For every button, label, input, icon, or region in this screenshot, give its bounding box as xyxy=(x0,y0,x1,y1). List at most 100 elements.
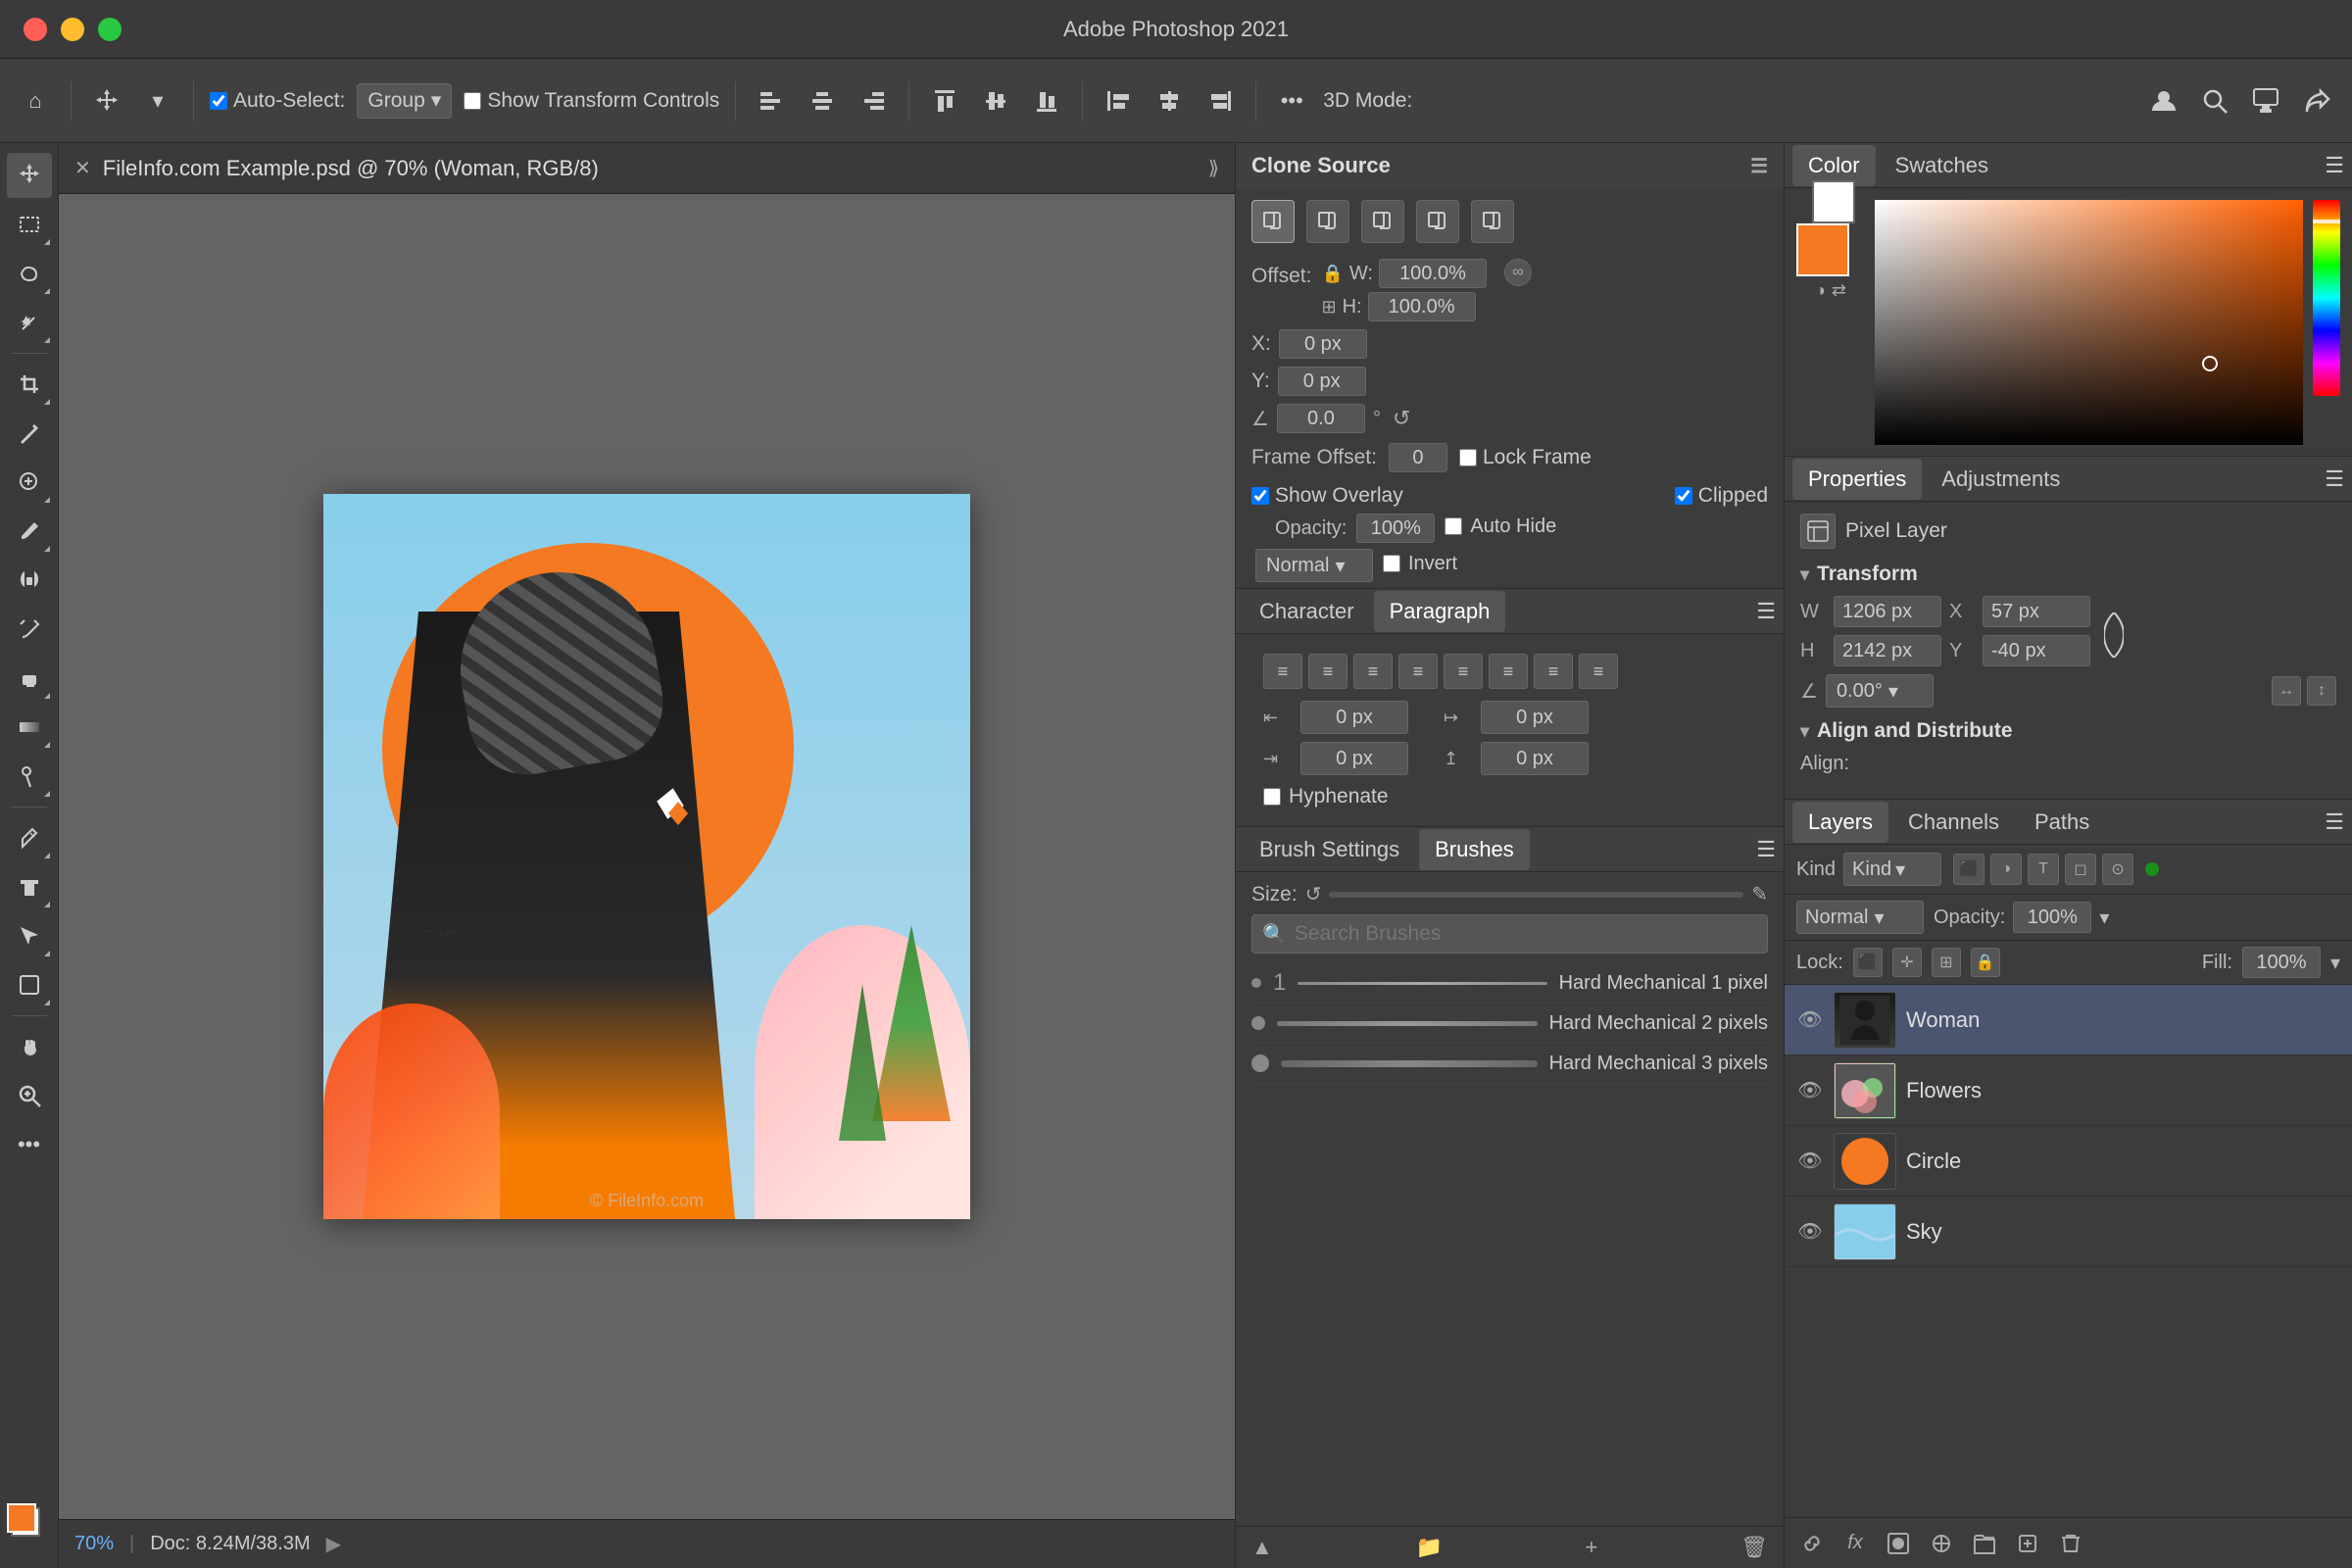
align-center-icon[interactable] xyxy=(803,81,842,121)
gradient-tool[interactable] xyxy=(7,705,52,750)
fx-icon[interactable]: fx xyxy=(1839,1528,1871,1559)
status-arrow[interactable]: ▶ xyxy=(326,1532,341,1556)
brush-edit-icon[interactable]: ✎ xyxy=(1751,882,1768,906)
tab-layers[interactable]: Layers xyxy=(1792,802,1888,843)
h-input[interactable] xyxy=(1368,292,1476,321)
h-value-input[interactable] xyxy=(1834,635,1941,666)
layer-item-circle[interactable]: 👁 Circle xyxy=(1785,1126,2352,1197)
blend-mode-select[interactable]: Normal ▾ xyxy=(1796,901,1924,934)
flip-v-icon[interactable]: ↕ xyxy=(2307,676,2336,706)
justify-center-btn[interactable]: ≡ xyxy=(1444,654,1483,689)
workspace-icon[interactable] xyxy=(2246,81,2285,121)
color-chips[interactable] xyxy=(7,1503,52,1548)
clone-stamp-tool[interactable] xyxy=(7,558,52,603)
w-input[interactable] xyxy=(1379,259,1487,288)
filter-smart-icon[interactable]: ⊙ xyxy=(2102,854,2133,885)
clone-source-5[interactable] xyxy=(1471,200,1514,243)
x-input[interactable] xyxy=(1279,329,1367,359)
brush-search-row[interactable]: 🔍 Search Brushes xyxy=(1251,914,1768,954)
angle-input[interactable] xyxy=(1277,404,1365,433)
align-right-text-btn[interactable]: ≡ xyxy=(1353,654,1393,689)
hyphenate-checkbox[interactable] xyxy=(1263,788,1281,806)
distribute-center-v-icon[interactable] xyxy=(976,81,1015,121)
space-after-input[interactable] xyxy=(1481,742,1589,775)
hand-tool[interactable] xyxy=(7,1024,52,1069)
distribute-right-icon[interactable] xyxy=(1200,81,1240,121)
transform-header[interactable]: ▾ Transform xyxy=(1800,563,2336,586)
move-tool[interactable] xyxy=(7,153,52,198)
add-mask-icon[interactable] xyxy=(1883,1528,1914,1559)
brush-reset-icon[interactable]: ↺ xyxy=(1305,882,1322,906)
eraser-tool[interactable] xyxy=(7,656,52,701)
lock-artboard-icon[interactable]: ⊞ xyxy=(1932,948,1961,977)
distribute-center-h-icon[interactable] xyxy=(1150,81,1189,121)
hue-slider[interactable] xyxy=(2313,200,2340,396)
move-dropdown[interactable]: ▾ xyxy=(138,81,177,121)
auto-select-checkbox[interactable]: Auto-Select: xyxy=(210,89,345,113)
brushes-menu[interactable]: ☰ xyxy=(1756,837,1776,862)
lock-pixels-icon[interactable]: ⬛ xyxy=(1853,948,1883,977)
clone-source-3[interactable] xyxy=(1361,200,1404,243)
opacity-value-input[interactable] xyxy=(2013,902,2091,933)
fill-value-input[interactable] xyxy=(2242,947,2321,978)
canvas-panel-collapse[interactable]: ⟫ xyxy=(1208,156,1219,180)
extra-tools[interactable]: ••• xyxy=(7,1122,52,1167)
layer-visibility-sky[interactable]: 👁 xyxy=(1796,1218,1824,1246)
color-picker-gradient[interactable] xyxy=(1875,200,2303,445)
layer-item-flowers[interactable]: 👁 Flowers xyxy=(1785,1055,2352,1126)
new-group-icon[interactable] xyxy=(1969,1528,2000,1559)
normal-dropdown[interactable]: Normal ▾ xyxy=(1255,549,1373,582)
props-panel-menu[interactable]: ☰ xyxy=(2325,466,2344,492)
distribute-bottom-icon[interactable] xyxy=(1027,81,1066,121)
clone-source-1[interactable] xyxy=(1251,200,1295,243)
tab-paths[interactable]: Paths xyxy=(2019,802,2105,843)
filter-type-icon[interactable]: T xyxy=(2028,854,2059,885)
angle-dropdown[interactable]: 0.00° ▾ xyxy=(1826,674,1934,708)
tab-brush-settings[interactable]: Brush Settings xyxy=(1244,829,1415,870)
brush-delete-icon[interactable]: 🗑 xyxy=(1740,1535,1768,1560)
lock-frame-checkbox[interactable]: Lock Frame xyxy=(1459,446,1592,469)
tab-paragraph[interactable]: Paragraph xyxy=(1374,591,1506,632)
brush-tool[interactable] xyxy=(7,509,52,554)
heal-tool[interactable] xyxy=(7,460,52,505)
opacity-input[interactable] xyxy=(1356,514,1435,543)
background-color-swatch[interactable] xyxy=(1812,180,1855,223)
close-button[interactable] xyxy=(24,18,47,41)
group-dropdown[interactable]: Group ▾ xyxy=(357,83,452,119)
pen-tool[interactable] xyxy=(7,815,52,860)
invert-checkbox[interactable]: Invert xyxy=(1383,553,1457,575)
justify-force-btn[interactable]: ≡ xyxy=(1579,654,1618,689)
indent-before-input[interactable] xyxy=(1300,701,1408,734)
indent-first-input[interactable] xyxy=(1481,701,1589,734)
foreground-color-swatch[interactable] xyxy=(1796,223,1849,276)
tab-adjustments[interactable]: Adjustments xyxy=(1926,459,2076,500)
align-right-icon[interactable] xyxy=(854,81,893,121)
char-para-menu[interactable]: ☰ xyxy=(1756,599,1776,624)
lock-position-icon[interactable]: ✛ xyxy=(1892,948,1922,977)
auto-hide-checkbox[interactable]: Auto Hide xyxy=(1445,515,1556,538)
more-options-icon[interactable]: ••• xyxy=(1272,81,1311,121)
share-icon[interactable] xyxy=(2297,81,2336,121)
window-controls[interactable] xyxy=(24,18,122,41)
tab-swatches[interactable]: Swatches xyxy=(1880,145,2004,186)
canvas-content[interactable]: © FileInfo.com xyxy=(59,194,1235,1519)
filter-pixel-icon[interactable]: ⬛ xyxy=(1953,854,1984,885)
home-button[interactable]: ⌂ xyxy=(16,81,55,121)
lasso-tool[interactable] xyxy=(7,251,52,296)
adjustments-icon[interactable] xyxy=(1926,1528,1957,1559)
dodge-tool[interactable] xyxy=(7,754,52,799)
default-colors-icon[interactable]: ◑ xyxy=(1815,280,1826,301)
brush-folder-up-icon[interactable]: ▲ xyxy=(1251,1535,1273,1560)
search-icon[interactable] xyxy=(2195,81,2234,121)
link-layers-icon[interactable] xyxy=(1796,1528,1828,1559)
brush-new-folder-icon[interactable]: 📁 xyxy=(1415,1535,1442,1560)
brush-size-slider[interactable] xyxy=(1329,892,1743,898)
clone-source-4[interactable] xyxy=(1416,200,1459,243)
brush-preset-2[interactable]: Hard Mechanical 2 pixels xyxy=(1251,1004,1768,1044)
transform-link-icon[interactable] xyxy=(2100,615,2128,655)
justify-all-btn[interactable]: ≡ xyxy=(1534,654,1573,689)
tab-brushes[interactable]: Brushes xyxy=(1419,829,1530,870)
path-selection-tool[interactable] xyxy=(7,913,52,958)
layer-visibility-circle[interactable]: 👁 xyxy=(1796,1148,1824,1175)
brush-preset-3[interactable]: Hard Mechanical 3 pixels xyxy=(1251,1044,1768,1084)
